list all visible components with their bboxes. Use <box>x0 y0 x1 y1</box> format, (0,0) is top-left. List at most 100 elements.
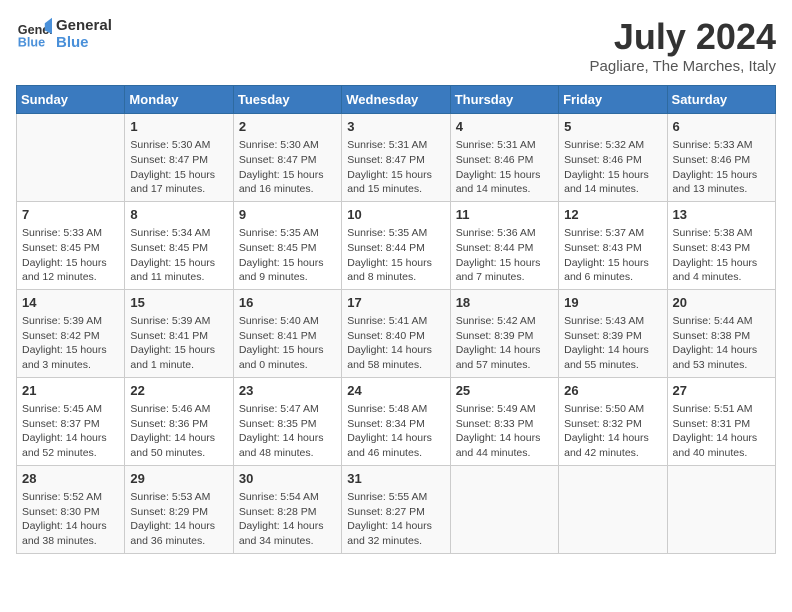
day-info: Sunrise: 5:33 AM Sunset: 8:45 PM Dayligh… <box>22 226 119 285</box>
day-number: 31 <box>347 470 444 488</box>
day-number: 30 <box>239 470 336 488</box>
calendar-cell: 26Sunrise: 5:50 AM Sunset: 8:32 PM Dayli… <box>559 377 667 465</box>
day-info: Sunrise: 5:39 AM Sunset: 8:42 PM Dayligh… <box>22 314 119 373</box>
day-info: Sunrise: 5:43 AM Sunset: 8:39 PM Dayligh… <box>564 314 661 373</box>
day-info: Sunrise: 5:46 AM Sunset: 8:36 PM Dayligh… <box>130 402 227 461</box>
calendar-cell: 21 Sunrise: 5:45 AM Sunset: 8:37 PM Dayli… <box>17 377 125 465</box>
day-info: Sunrise: 5:35 AM Sunset: 8:45 PM Dayligh… <box>239 226 336 285</box>
day-number: 28 <box>22 470 119 488</box>
calendar-week-row: 14 Sunrise: 5:39 AM Sunset: 8:42 PM Dayli… <box>17 289 776 377</box>
day-info: Sunrise: 5:32 AM Sunset: 8:46 PM Dayligh… <box>564 138 661 197</box>
day-info: Sunrise: 5:36 AM Sunset: 8:44 PM Dayligh… <box>456 226 553 285</box>
day-number: 20 <box>673 294 770 312</box>
weekday-header-tuesday: Tuesday <box>233 86 341 114</box>
day-number: 5 <box>564 118 661 136</box>
calendar-cell: 11 Sunrise: 5:36 AM Sunset: 8:44 PM Dayli… <box>450 201 558 289</box>
calendar-cell: 30 Sunrise: 5:54 AM Sunset: 8:28 PM Dayli… <box>233 465 341 553</box>
day-info: Sunrise: 5:31 AM Sunset: 8:47 PM Dayligh… <box>347 138 444 197</box>
calendar-cell: 5 Sunrise: 5:32 AM Sunset: 8:46 PM Daylig… <box>559 114 667 202</box>
day-info: Sunrise: 5:39 AM Sunset: 8:41 PM Dayligh… <box>130 314 227 373</box>
calendar-week-row: 28Sunrise: 5:52 AM Sunset: 8:30 PM Dayli… <box>17 465 776 553</box>
calendar-cell: 16 Sunrise: 5:40 AM Sunset: 8:41 PM Dayli… <box>233 289 341 377</box>
day-number: 3 <box>347 118 444 136</box>
calendar-cell: 10 Sunrise: 5:35 AM Sunset: 8:44 PM Dayli… <box>342 201 450 289</box>
day-number: 27 <box>673 382 770 400</box>
day-info: Sunrise: 5:54 AM Sunset: 8:28 PM Dayligh… <box>239 490 336 549</box>
calendar-cell <box>559 465 667 553</box>
day-number: 25 <box>456 382 553 400</box>
calendar-cell: 31 Sunrise: 5:55 AM Sunset: 8:27 PM Dayli… <box>342 465 450 553</box>
calendar-week-row: 7 Sunrise: 5:33 AM Sunset: 8:45 PM Daylig… <box>17 201 776 289</box>
location: Pagliare, The Marches, Italy <box>590 58 776 75</box>
calendar-cell: 20 Sunrise: 5:44 AM Sunset: 8:38 PM Dayli… <box>667 289 775 377</box>
day-info: Sunrise: 5:51 AM Sunset: 8:31 PM Dayligh… <box>673 402 770 461</box>
calendar-cell: 4 Sunrise: 5:31 AM Sunset: 8:46 PM Daylig… <box>450 114 558 202</box>
calendar-cell <box>667 465 775 553</box>
calendar-table: SundayMondayTuesdayWednesdayThursdayFrid… <box>16 85 776 554</box>
day-info: Sunrise: 5:31 AM Sunset: 8:46 PM Dayligh… <box>456 138 553 197</box>
calendar-cell: 12 Sunrise: 5:37 AM Sunset: 8:43 PM Dayli… <box>559 201 667 289</box>
page-header: General Blue General Blue July 2024 Pagl… <box>16 16 776 75</box>
weekday-header-wednesday: Wednesday <box>342 86 450 114</box>
calendar-week-row: 1 Sunrise: 5:30 AM Sunset: 8:47 PM Daylig… <box>17 114 776 202</box>
day-number: 8 <box>130 206 227 224</box>
calendar-cell: 6 Sunrise: 5:33 AM Sunset: 8:46 PM Daylig… <box>667 114 775 202</box>
weekday-header-saturday: Saturday <box>667 86 775 114</box>
calendar-cell <box>17 114 125 202</box>
day-info: Sunrise: 5:30 AM Sunset: 8:47 PM Dayligh… <box>239 138 336 197</box>
day-number: 7 <box>22 206 119 224</box>
calendar-cell: 13Sunrise: 5:38 AM Sunset: 8:43 PM Dayli… <box>667 201 775 289</box>
day-number: 21 <box>22 382 119 400</box>
day-number: 24 <box>347 382 444 400</box>
calendar-cell: 1 Sunrise: 5:30 AM Sunset: 8:47 PM Daylig… <box>125 114 233 202</box>
day-info: Sunrise: 5:35 AM Sunset: 8:44 PM Dayligh… <box>347 226 444 285</box>
calendar-cell: 25 Sunrise: 5:49 AM Sunset: 8:33 PM Dayli… <box>450 377 558 465</box>
weekday-header-sunday: Sunday <box>17 86 125 114</box>
day-number: 9 <box>239 206 336 224</box>
day-number: 1 <box>130 118 227 136</box>
calendar-cell: 9 Sunrise: 5:35 AM Sunset: 8:45 PM Daylig… <box>233 201 341 289</box>
day-number: 4 <box>456 118 553 136</box>
calendar-cell: 2 Sunrise: 5:30 AM Sunset: 8:47 PM Daylig… <box>233 114 341 202</box>
day-info: Sunrise: 5:53 AM Sunset: 8:29 PM Dayligh… <box>130 490 227 549</box>
day-number: 2 <box>239 118 336 136</box>
calendar-cell: 19 Sunrise: 5:43 AM Sunset: 8:39 PM Dayli… <box>559 289 667 377</box>
day-info: Sunrise: 5:42 AM Sunset: 8:39 PM Dayligh… <box>456 314 553 373</box>
title-block: July 2024 Pagliare, The Marches, Italy <box>590 16 776 75</box>
day-number: 14 <box>22 294 119 312</box>
day-info: Sunrise: 5:45 AM Sunset: 8:37 PM Dayligh… <box>22 402 119 461</box>
calendar-cell <box>450 465 558 553</box>
month-title: July 2024 <box>590 16 776 58</box>
weekday-header-row: SundayMondayTuesdayWednesdayThursdayFrid… <box>17 86 776 114</box>
day-number: 6 <box>673 118 770 136</box>
day-number: 13 <box>673 206 770 224</box>
calendar-cell: 27 Sunrise: 5:51 AM Sunset: 8:31 PM Dayli… <box>667 377 775 465</box>
day-info: Sunrise: 5:40 AM Sunset: 8:41 PM Dayligh… <box>239 314 336 373</box>
calendar-header: SundayMondayTuesdayWednesdayThursdayFrid… <box>17 86 776 114</box>
calendar-cell: 28Sunrise: 5:52 AM Sunset: 8:30 PM Dayli… <box>17 465 125 553</box>
day-info: Sunrise: 5:30 AM Sunset: 8:47 PM Dayligh… <box>130 138 227 197</box>
day-info: Sunrise: 5:48 AM Sunset: 8:34 PM Dayligh… <box>347 402 444 461</box>
day-number: 10 <box>347 206 444 224</box>
logo-icon: General Blue <box>16 16 52 52</box>
day-info: Sunrise: 5:55 AM Sunset: 8:27 PM Dayligh… <box>347 490 444 549</box>
day-number: 23 <box>239 382 336 400</box>
day-number: 16 <box>239 294 336 312</box>
day-number: 11 <box>456 206 553 224</box>
day-info: Sunrise: 5:37 AM Sunset: 8:43 PM Dayligh… <box>564 226 661 285</box>
day-info: Sunrise: 5:41 AM Sunset: 8:40 PM Dayligh… <box>347 314 444 373</box>
day-number: 29 <box>130 470 227 488</box>
day-info: Sunrise: 5:34 AM Sunset: 8:45 PM Dayligh… <box>130 226 227 285</box>
calendar-week-row: 21 Sunrise: 5:45 AM Sunset: 8:37 PM Dayli… <box>17 377 776 465</box>
day-info: Sunrise: 5:44 AM Sunset: 8:38 PM Dayligh… <box>673 314 770 373</box>
logo: General Blue General Blue <box>16 16 112 52</box>
day-info: Sunrise: 5:33 AM Sunset: 8:46 PM Dayligh… <box>673 138 770 197</box>
day-number: 12 <box>564 206 661 224</box>
day-number: 19 <box>564 294 661 312</box>
calendar-cell: 22Sunrise: 5:46 AM Sunset: 8:36 PM Dayli… <box>125 377 233 465</box>
svg-text:Blue: Blue <box>18 36 45 50</box>
weekday-header-monday: Monday <box>125 86 233 114</box>
day-info: Sunrise: 5:49 AM Sunset: 8:33 PM Dayligh… <box>456 402 553 461</box>
calendar-cell: 8 Sunrise: 5:34 AM Sunset: 8:45 PM Daylig… <box>125 201 233 289</box>
day-number: 18 <box>456 294 553 312</box>
